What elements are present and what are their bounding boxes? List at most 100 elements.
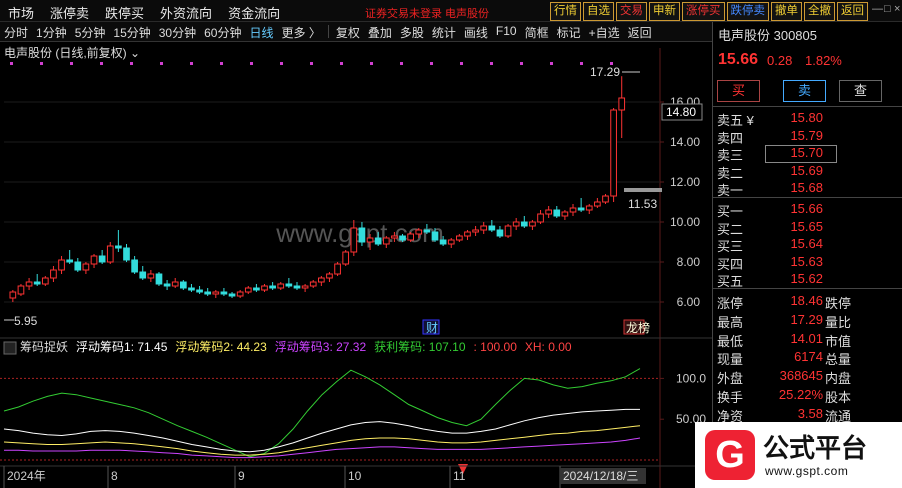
- btn-quotes[interactable]: 行情: [550, 2, 581, 21]
- ask-row-label: 卖三: [717, 148, 744, 163]
- candle-body: [447, 239, 455, 245]
- candle-body: [512, 221, 520, 227]
- tb-intraday[interactable]: 分时: [0, 22, 32, 41]
- nav-limit-up-sell[interactable]: 涨停卖: [42, 0, 97, 22]
- top-dot-marker: [70, 62, 73, 65]
- price-tick-label: 12.00: [670, 175, 700, 189]
- btn-limit-down-sell[interactable]: 跌停卖: [726, 2, 769, 21]
- tb-add-watch[interactable]: +自选: [585, 22, 624, 41]
- stat-row-value: 3.58: [797, 405, 823, 421]
- toolbar-divider: [327, 25, 329, 38]
- chart-toolbar: 分时 1分钟 5分钟 15分钟 30分钟 60分钟 日线 更多 〉 复权 叠加 …: [0, 22, 712, 42]
- ask-row-value: 15.68: [790, 180, 823, 195]
- nav-market[interactable]: 市场: [0, 0, 42, 22]
- candle-body: [342, 251, 350, 265]
- candle-body: [309, 281, 317, 287]
- top-dot-marker: [160, 62, 163, 65]
- tb-5min[interactable]: 5分钟: [71, 22, 110, 41]
- tb-daily[interactable]: 日线: [245, 22, 277, 41]
- logo-url: www.gspt.com: [765, 464, 849, 478]
- buy-button[interactable]: 买: [717, 80, 760, 102]
- btn-cancel-all[interactable]: 全撤: [804, 2, 835, 21]
- candle-body: [50, 269, 57, 279]
- tb-15min[interactable]: 15分钟: [109, 22, 154, 41]
- btn-ipo[interactable]: 申新: [649, 2, 680, 21]
- stat-row-label2: 股本: [825, 390, 852, 405]
- stat-row: 涨停 18.46 跌停: [713, 293, 902, 311]
- btn-limit-up-buy[interactable]: 涨停买: [682, 2, 725, 21]
- candle-body: [293, 285, 301, 289]
- candle-body: [366, 237, 374, 243]
- candle-body: [220, 291, 228, 295]
- candle-body: [472, 229, 479, 233]
- price-change-pct: 1.82%: [805, 53, 842, 68]
- top-bar: 市场 涨停卖 跌停买 外资流向 资金流向 证券交易未登录 电声股份 行情 自选 …: [0, 0, 902, 22]
- nav-capital-flow[interactable]: 资金流向: [220, 0, 288, 22]
- bid-row-label: 买二: [717, 221, 744, 237]
- stat-row-value: 368645: [779, 368, 823, 384]
- stat-row-label: 最高: [717, 314, 744, 330]
- btn-cancel-order[interactable]: 撤单: [771, 2, 802, 21]
- tb-more[interactable]: 更多 〉: [277, 22, 324, 41]
- close-icon[interactable]: ×: [894, 3, 900, 15]
- top-dot-marker: [370, 62, 373, 65]
- top-dot-marker: [280, 62, 283, 65]
- ask-row: 卖一 15.68: [713, 180, 902, 198]
- stat-row-label: 换手: [717, 390, 744, 405]
- sell-button[interactable]: 卖: [783, 80, 826, 102]
- tb-return[interactable]: 返回: [624, 22, 656, 41]
- candle-body: [537, 213, 544, 223]
- tb-30min[interactable]: 30分钟: [155, 22, 200, 41]
- btn-trade[interactable]: 交易: [616, 2, 647, 21]
- logo-g-icon: G: [705, 430, 755, 480]
- logo-title: 公式平台: [763, 433, 868, 463]
- top-buttons: 行情 自选 交易 申新 涨停买 跌停卖 撤单 全撤 返回: [550, 2, 868, 21]
- ask-row: 卖五 ¥ 15.80: [713, 110, 902, 128]
- btn-watchlist[interactable]: 自选: [583, 2, 614, 21]
- query-button[interactable]: 查: [839, 80, 882, 102]
- top-dot-marker: [40, 62, 43, 65]
- btn-return-top[interactable]: 返回: [837, 2, 868, 21]
- tb-multi-stock[interactable]: 多股: [396, 22, 428, 41]
- stat-row-label: 外盘: [717, 371, 744, 387]
- candle-body: [326, 273, 333, 279]
- low-price-label: 5.95: [14, 314, 38, 328]
- nav-limit-down-buy[interactable]: 跌停买: [97, 0, 152, 22]
- candle-body: [253, 287, 260, 291]
- candle-body: [171, 281, 179, 287]
- indicator-value: : 100.00: [474, 340, 518, 354]
- candle-body: [561, 211, 569, 217]
- stat-row: 换手 25.22% 股本: [713, 387, 902, 405]
- candle-body: [374, 237, 382, 245]
- candle-body: [41, 277, 49, 285]
- top-dot-marker: [580, 62, 583, 65]
- tb-simple[interactable]: 简框: [521, 22, 553, 41]
- tb-adjust[interactable]: 复权: [332, 22, 364, 41]
- maximize-icon[interactable]: □: [884, 3, 891, 15]
- candle-body: [204, 291, 212, 295]
- nav-foreign-flow[interactable]: 外资流向: [152, 0, 220, 22]
- stat-row: 最低 14.01 市值: [713, 331, 902, 349]
- stat-row: 现量 6174 总量: [713, 349, 902, 367]
- tb-1min[interactable]: 1分钟: [32, 22, 71, 41]
- tb-60min[interactable]: 60分钟: [200, 22, 245, 41]
- float-chips-3-line: [4, 437, 641, 459]
- ask-row-label: 卖二: [717, 165, 744, 181]
- kline-chart[interactable]: www.gspt.com 17.295.9511.53财龙榜 16.0014.0…: [0, 42, 712, 488]
- candle-body: [33, 281, 41, 285]
- minimize-icon[interactable]: —: [872, 3, 883, 15]
- tb-f10[interactable]: F10: [492, 22, 521, 41]
- candle-body: [480, 225, 488, 231]
- tb-draw[interactable]: 画线: [460, 22, 492, 41]
- candle-body: [139, 271, 147, 279]
- bid-row-value: 15.65: [790, 218, 823, 234]
- candle-body: [163, 283, 171, 287]
- candle-body: [74, 261, 82, 271]
- stat-row-label: 涨停: [717, 296, 744, 311]
- tb-stats[interactable]: 统计: [428, 22, 460, 41]
- tb-mark[interactable]: 标记: [553, 22, 585, 41]
- tb-overlay[interactable]: 叠加: [364, 22, 396, 41]
- candle-body: [82, 263, 90, 271]
- chart-title: 电声股份 (日线,前复权) ⌄: [4, 46, 141, 60]
- candle-body: [196, 289, 203, 293]
